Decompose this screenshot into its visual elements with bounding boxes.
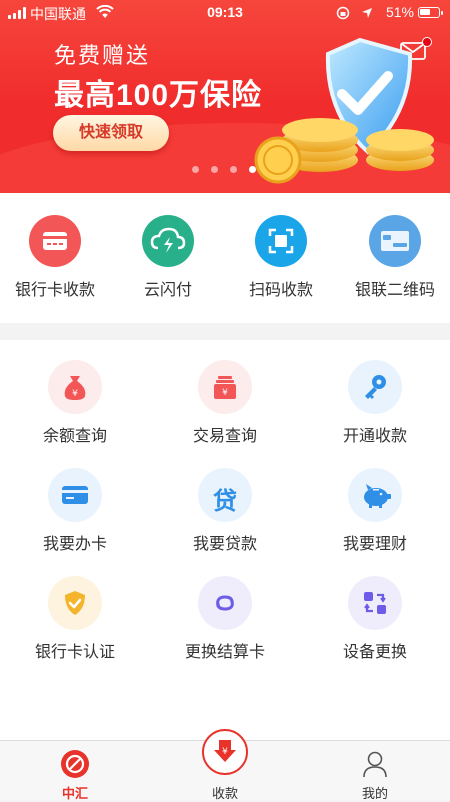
service-apply-card[interactable]: 我要办卡 [0,468,150,554]
quick-action-label: 银联二维码 [354,282,435,299]
quick-action-cloud-pay[interactable]: 云闪付 [113,215,223,300]
tab-zhonghui[interactable]: 中汇 [0,741,150,801]
status-time: 09:13 [207,4,243,20]
status-bar: 中国联通 09:13 51% [0,0,450,26]
loan-icon: 贷 [198,468,252,522]
service-grid: ¥ 余额查询 ¥ 交易查询 开通收款 我要办卡 贷 我要贷款 我要理财 银行卡认… [0,340,450,740]
claim-button[interactable]: 快速领取 [53,115,169,151]
service-change-settlement-card[interactable]: 更换结算卡 [150,576,300,662]
service-wealth-management[interactable]: 我要理财 [300,468,450,554]
service-label: 开通收款 [342,428,407,445]
zhonghui-logo-icon [61,750,89,778]
swap-link-icon [198,576,252,630]
service-card-verification[interactable]: 银行卡认证 [0,576,150,662]
quick-action-unionpay-qr[interactable]: 银联二维码 [340,215,450,300]
transaction-box-icon: ¥ [198,360,252,414]
service-apply-loan[interactable]: 贷 我要贷款 [150,468,300,554]
service-label: 更换结算卡 [184,644,265,661]
battery-percent: 51% [385,4,414,20]
battery-icon [418,7,443,18]
collect-icon: ¥ [214,740,236,762]
promo-banner[interactable]: 中国联通 09:13 51% 免费赠送 最高100万保险 快速领取 [0,0,450,193]
device-swap-icon [348,576,402,630]
money-bag-icon: ¥ [48,360,102,414]
svg-text:¥: ¥ [222,747,228,757]
unionpay-card-icon [369,215,421,267]
banner-headline: 最高100万保险 [54,79,263,112]
service-device-replacement[interactable]: 设备更换 [300,576,450,662]
tab-label: 我的 [361,786,388,801]
svg-text:¥: ¥ [222,388,228,398]
quick-action-label: 扫码收款 [248,282,313,299]
service-label: 我要理财 [342,536,407,553]
bank-card-icon [29,215,81,267]
quick-action-bank-card-collect[interactable]: 银行卡收款 [0,215,110,300]
service-balance-query[interactable]: ¥ 余额查询 [0,360,150,446]
shield-coins-illustration [254,37,434,184]
quick-actions: 银行卡收款 云闪付 扫码收款 银联二维码 [0,193,450,323]
user-icon [363,751,387,778]
piggy-bank-icon [348,468,402,522]
service-label: 交易查询 [192,428,257,445]
svg-text:¥: ¥ [72,389,78,399]
key-icon [348,360,402,414]
quick-action-label: 银行卡收款 [14,282,95,299]
cloud-flash-icon [142,215,194,267]
location-icon [362,8,372,18]
quick-action-label: 云闪付 [143,282,192,299]
service-label: 设备更换 [342,644,407,661]
banner-subtitle: 免费赠送 [54,43,151,68]
service-label: 我要办卡 [42,536,107,553]
shield-check-icon [48,576,102,630]
tab-label: 收款 [211,786,238,801]
service-transaction-query[interactable]: ¥ 交易查询 [150,360,300,446]
quick-action-scan-collect[interactable]: 扫码收款 [226,215,336,300]
card-icon [48,468,102,522]
tab-mine[interactable]: 我的 [300,741,450,801]
orientation-lock-icon [336,6,350,20]
scan-icon [255,215,307,267]
service-label: 余额查询 [42,428,107,445]
tab-label: 中汇 [61,786,88,801]
service-label: 银行卡认证 [34,644,115,661]
service-label: 我要贷款 [192,536,257,553]
service-open-collection[interactable]: 开通收款 [300,360,450,446]
loan-glyph: 贷 [213,488,237,515]
collect-center-button[interactable]: ¥ [202,729,248,775]
